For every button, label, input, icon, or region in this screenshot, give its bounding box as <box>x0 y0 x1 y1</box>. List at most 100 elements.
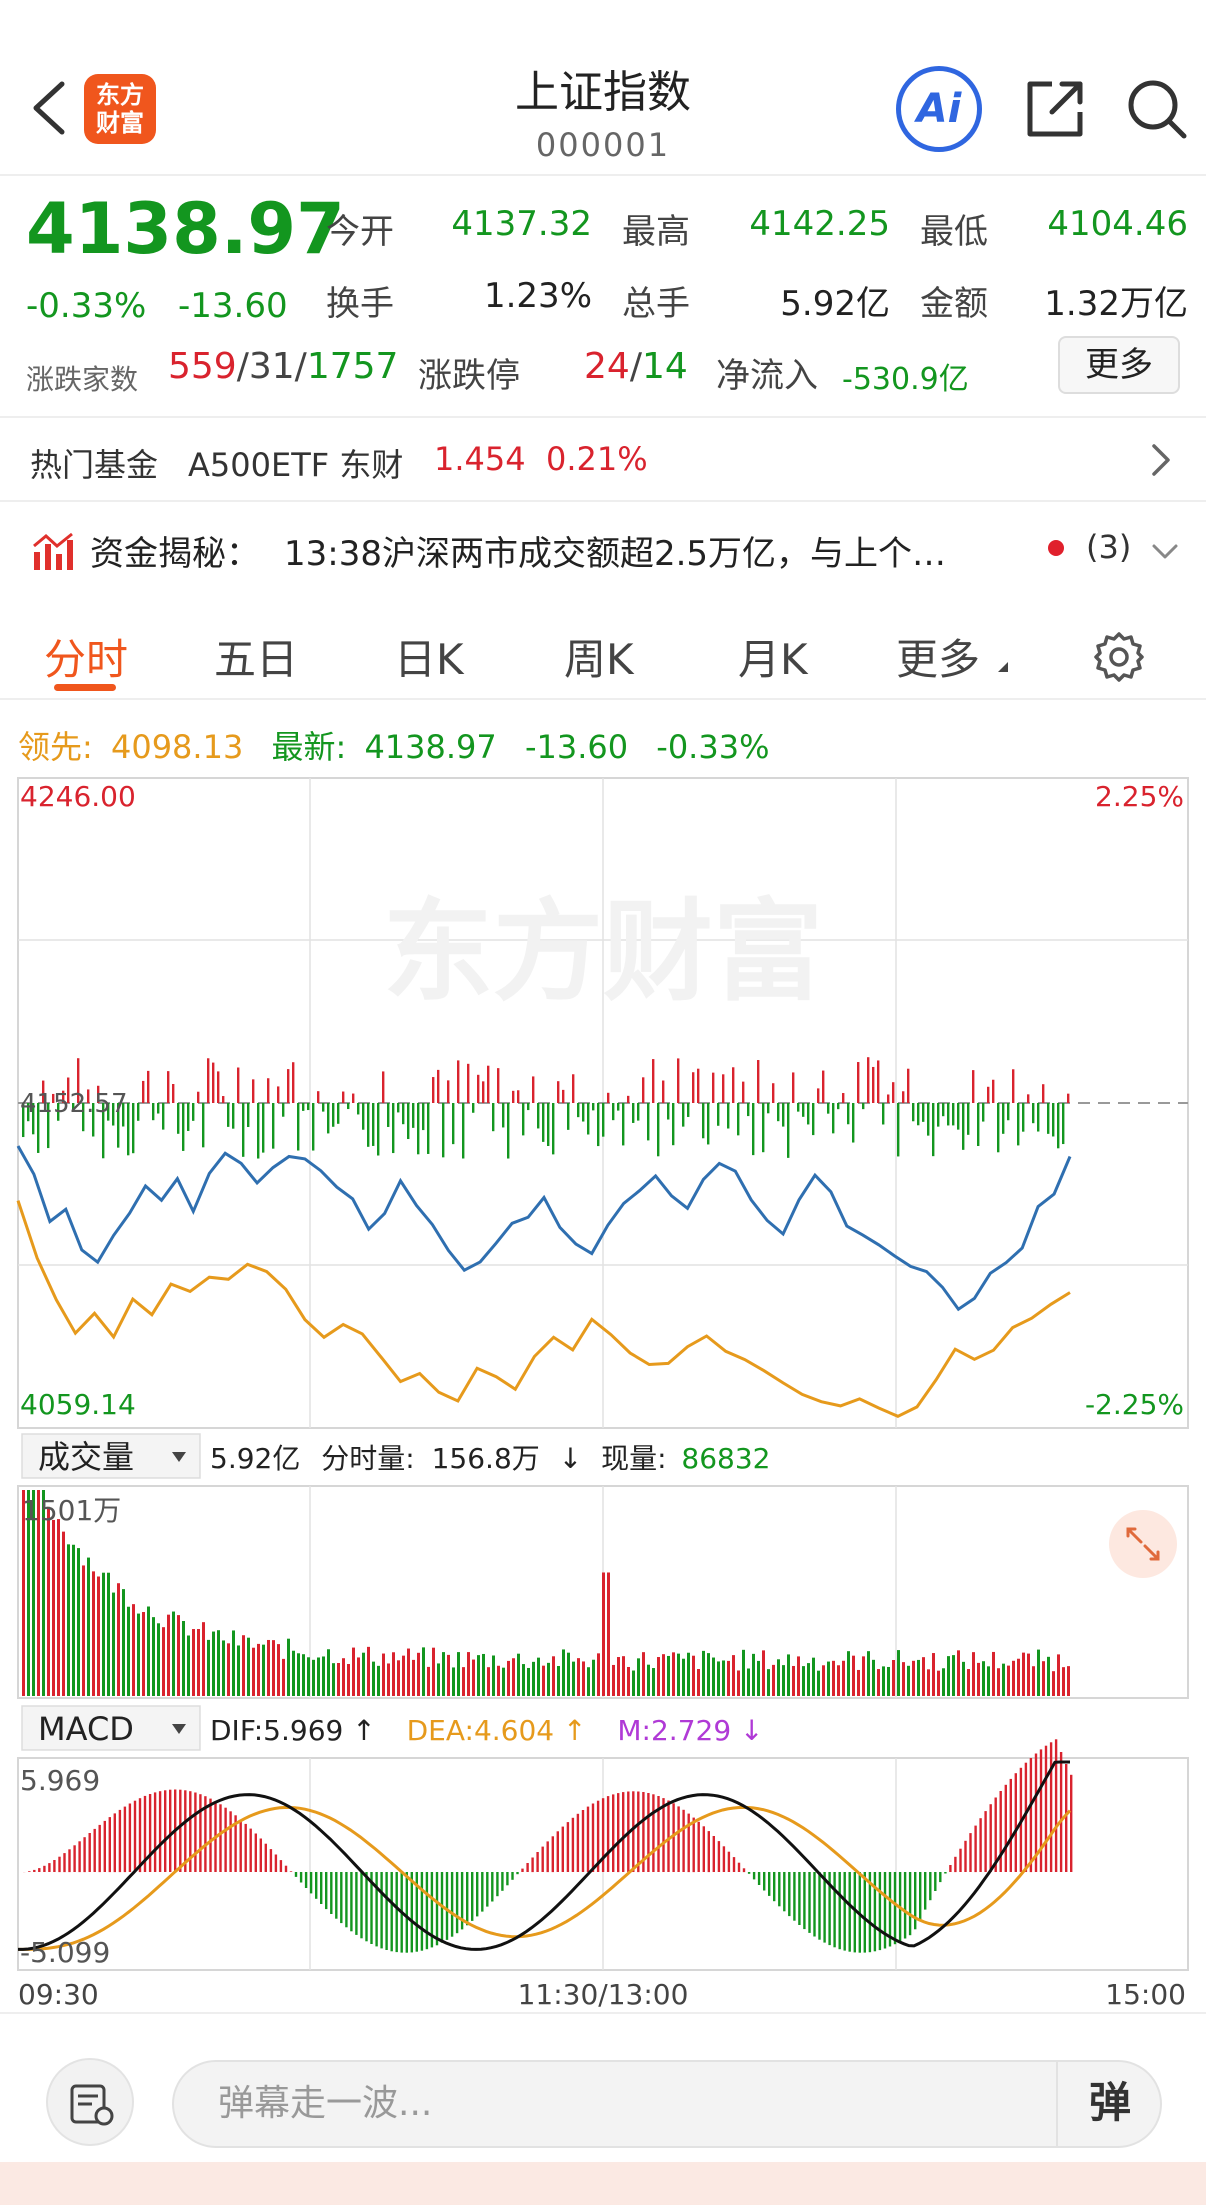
volume-bar <box>502 1667 505 1696</box>
tab-intraday[interactable]: 分时 <box>44 626 128 687</box>
price-bar <box>352 1093 355 1103</box>
price-bar <box>227 1103 230 1127</box>
macd-bar <box>566 1822 570 1872</box>
volume-bar <box>767 1669 770 1696</box>
macd-bar <box>757 1872 761 1885</box>
note-icon <box>70 2084 114 2126</box>
macd-bar <box>325 1872 328 1910</box>
price-bar <box>867 1057 870 1103</box>
volume-bar <box>532 1661 535 1696</box>
chevron-down-icon[interactable] <box>1150 542 1180 562</box>
volume-bar <box>407 1648 410 1696</box>
hot-fund-row[interactable]: 热门基金 A500ETF 东财 1.454 0.21% <box>0 420 1206 500</box>
macd-histogram <box>23 1739 1073 1953</box>
price-bar <box>637 1103 640 1121</box>
volume-bar <box>127 1606 130 1696</box>
volume-bar <box>1002 1663 1005 1696</box>
volume-bar <box>52 1519 55 1696</box>
macd-bar <box>58 1856 61 1873</box>
price-bar <box>967 1103 970 1135</box>
macd-bar <box>551 1836 554 1873</box>
macd-bar <box>707 1831 710 1873</box>
macd-bar <box>964 1840 967 1872</box>
macd-bar <box>526 1863 529 1872</box>
expand-button[interactable] <box>1109 1510 1177 1578</box>
volume-bar <box>842 1660 845 1696</box>
price-bar <box>672 1103 675 1146</box>
search-icon[interactable] <box>1124 76 1190 142</box>
macd-bar <box>531 1857 534 1873</box>
price-bar <box>982 1103 985 1122</box>
volume-bar <box>772 1664 775 1696</box>
share-icon[interactable] <box>1022 76 1088 142</box>
volume-bar <box>482 1653 485 1696</box>
volume-bar <box>162 1627 165 1696</box>
volume-bar <box>82 1565 85 1696</box>
macd-bar <box>153 1792 157 1872</box>
more-button[interactable]: 更多 <box>1058 336 1180 394</box>
volume-bar <box>587 1667 590 1696</box>
macd-bar <box>934 1872 937 1891</box>
unread-dot <box>1048 540 1064 556</box>
macd-bar <box>1039 1749 1043 1872</box>
volume-bar <box>402 1655 405 1696</box>
price-bar <box>667 1103 670 1120</box>
ai-assistant-button[interactable]: Ai <box>896 66 982 152</box>
macd-bar <box>83 1837 86 1873</box>
volume-bar <box>142 1612 145 1696</box>
price-bar <box>902 1091 905 1103</box>
memo-button[interactable] <box>46 2058 134 2146</box>
macd-bar <box>309 1872 313 1894</box>
macd-bar <box>979 1818 982 1872</box>
volume-bar <box>537 1657 540 1696</box>
volume-bar <box>602 1572 605 1696</box>
volume-bar <box>447 1654 450 1696</box>
price-bar <box>1067 1093 1070 1103</box>
volume-bar <box>942 1668 945 1696</box>
tab-more[interactable]: 更多 <box>896 626 980 687</box>
volume-bar <box>867 1651 870 1696</box>
macd-bar <box>466 1872 469 1926</box>
tab-monthly-k[interactable]: 月K <box>738 626 808 687</box>
price-bar <box>477 1074 480 1103</box>
news-ticker[interactable]: 资金揭秘： 13:38沪深两市成交额超2.5万亿，与上个… (3) <box>0 502 1206 598</box>
volume-bar <box>172 1611 175 1696</box>
macd-bar <box>556 1831 559 1872</box>
tab-daily-k[interactable]: 日K <box>394 626 464 687</box>
tab-five-day[interactable]: 五日 <box>214 626 298 687</box>
barrage-toggle-button[interactable]: 弹 <box>1056 2060 1162 2148</box>
volume-bar <box>917 1659 920 1696</box>
hot-fund-pct: 0.21% <box>546 440 648 478</box>
macd-bar <box>224 1807 227 1872</box>
low-value: 4104.46 <box>1047 204 1188 244</box>
volume-bar <box>1057 1654 1060 1696</box>
hot-fund-price: 1.454 <box>434 440 526 478</box>
macd-bar <box>747 1872 751 1874</box>
amount-value: 1.32万亿 <box>1044 284 1188 324</box>
macd-bar <box>833 1872 836 1948</box>
price-bar <box>342 1091 345 1103</box>
settings-gear-icon[interactable] <box>1092 630 1146 684</box>
volume-bar <box>347 1664 350 1696</box>
macd-bar <box>737 1862 741 1872</box>
volume-bar <box>682 1658 685 1696</box>
macd-bar <box>123 1806 127 1873</box>
volume-bar <box>1007 1665 1010 1696</box>
tab-weekly-k[interactable]: 周K <box>564 626 634 687</box>
price-bar <box>1047 1103 1050 1134</box>
price-bar <box>842 1093 845 1103</box>
barrage-input[interactable]: 弹幕走一波... <box>172 2060 1162 2148</box>
price-bar <box>197 1091 200 1103</box>
volume-bar <box>687 1652 690 1696</box>
intraday-chart[interactable]: 东方财富 4246.00 4152.57 4059.14 2.25% -2.25… <box>0 700 1206 2010</box>
macd-bar <box>949 1865 952 1872</box>
price-bar <box>612 1103 615 1121</box>
header: 东方 财富 上证指数 000001 Ai <box>0 0 1206 176</box>
macd-bar <box>647 1793 650 1872</box>
volume-bar <box>1017 1658 1020 1696</box>
volume-bar <box>832 1660 835 1696</box>
active-tab-indicator <box>54 684 116 691</box>
macd-bar <box>274 1854 278 1872</box>
price-bar <box>927 1103 930 1136</box>
volume-bar <box>747 1668 750 1696</box>
